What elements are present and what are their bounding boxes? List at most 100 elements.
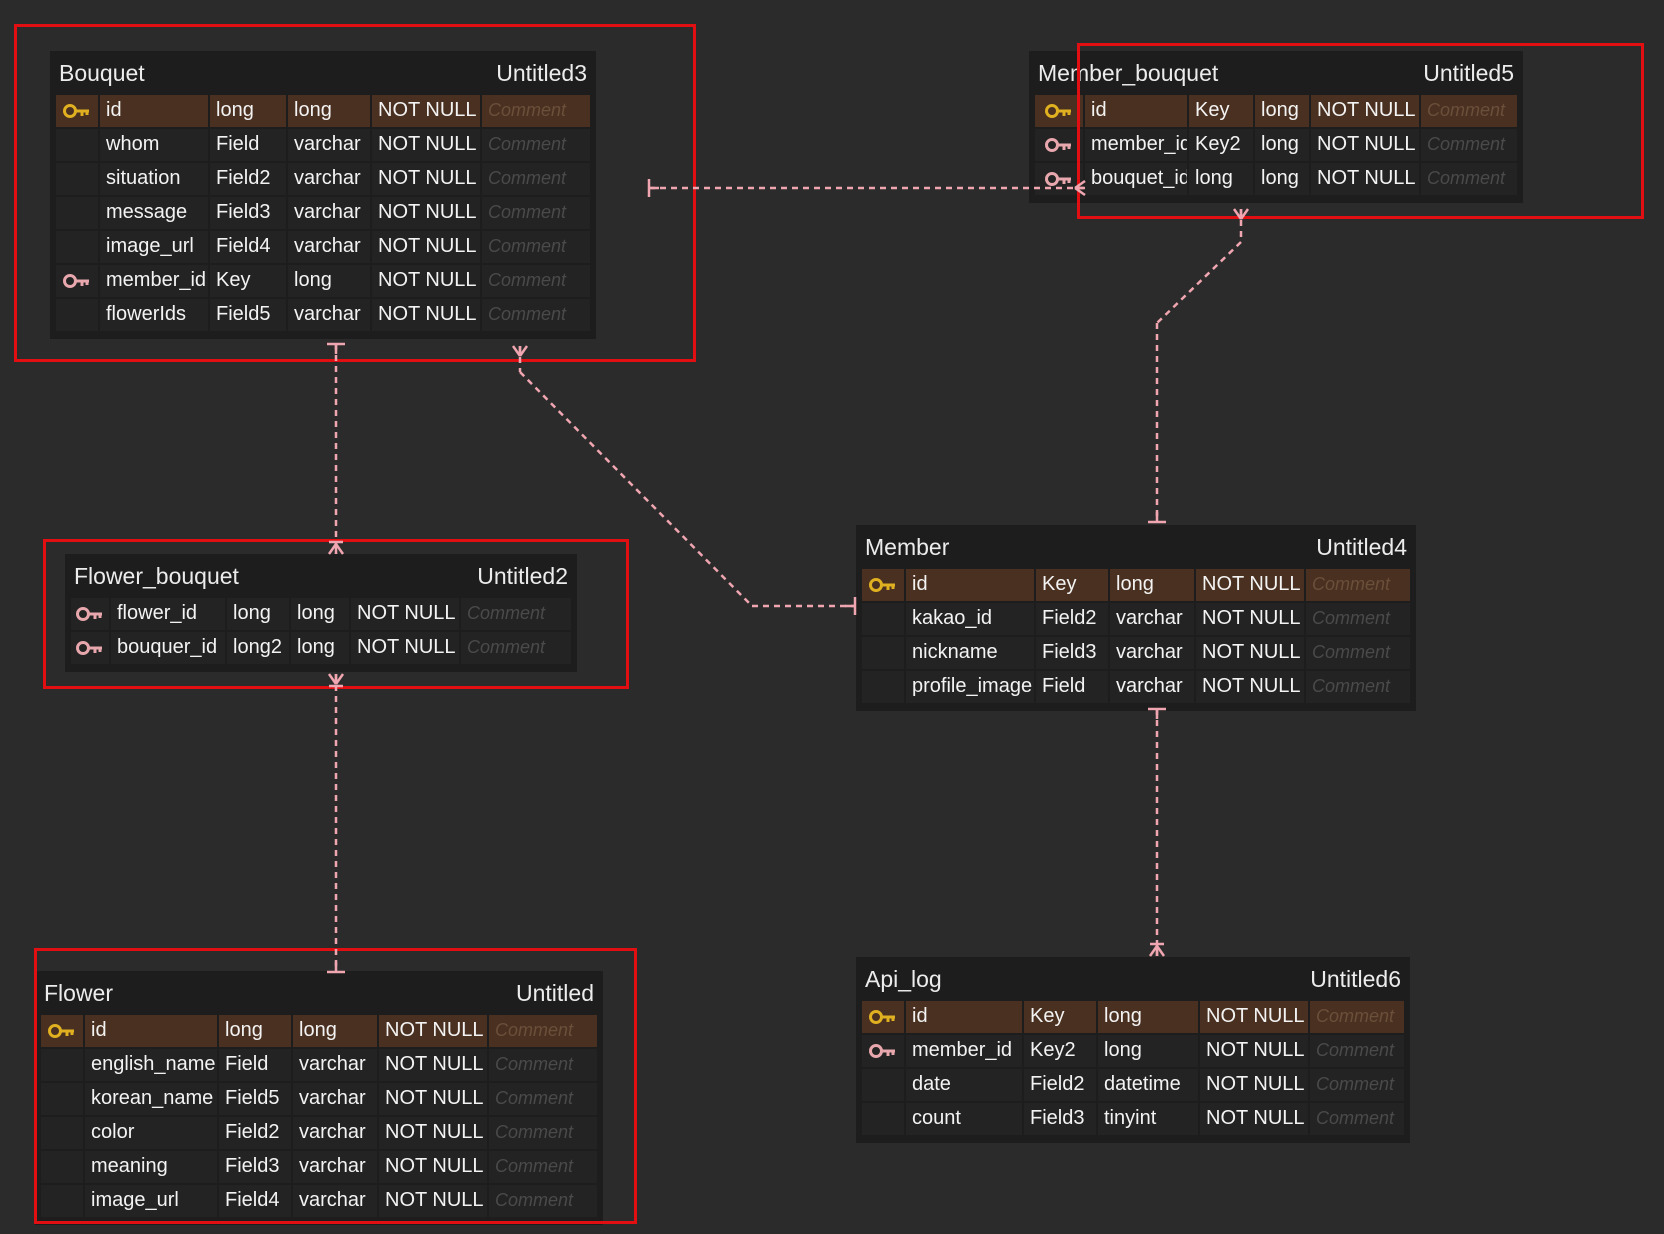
field-datatype: long [291,632,349,664]
field-row[interactable]: kakao_id Field2 varchar NOT NULL Comment [862,603,1410,635]
field-constraint: NOT NULL [1200,1001,1308,1033]
field-comment[interactable]: Comment [482,231,590,263]
field-constraint: NOT NULL [372,265,480,297]
field-comment[interactable]: Comment [489,1151,597,1183]
field-row[interactable]: english_name Field varchar NOT NULL Comment [41,1049,597,1081]
field-comment[interactable]: Comment [482,265,590,297]
relation-member-api_log[interactable] [1148,707,1166,957]
field-name: id [85,1015,217,1047]
table-flower_bouquet[interactable]: Flower_bouquet Untitled2 flower_id long long… [65,554,577,672]
field-type: long2 [227,632,289,664]
table-flower[interactable]: Flower Untitled id long long NOT NULL Comment e… [35,971,603,1225]
field-comment[interactable]: Comment [489,1185,597,1217]
table-header[interactable]: Api_log Untitled6 [862,957,1404,1001]
key-cell [1035,129,1083,161]
field-comment[interactable]: Comment [482,299,590,331]
relation-bouquet-member_bouquet[interactable] [647,179,1086,197]
field-row[interactable]: count Field3 tinyint NOT NULL Comment [862,1103,1404,1135]
relation-member_bouquet-member[interactable] [1148,208,1250,524]
table-header[interactable]: Member Untitled4 [862,525,1410,569]
field-comment[interactable]: Comment [482,129,590,161]
field-row[interactable]: image_url Field4 varchar NOT NULL Comment [41,1185,597,1217]
field-row[interactable]: image_url Field4 varchar NOT NULL Comment [56,231,590,263]
field-row[interactable]: member_id Key2 long NOT NULL Comment [862,1035,1404,1067]
field-row[interactable]: profile_image Field varchar NOT NULL Comment [862,671,1410,703]
field-row[interactable]: color Field2 varchar NOT NULL Comment [41,1117,597,1149]
field-comment[interactable]: Comment [1310,1001,1404,1033]
field-comment[interactable]: Comment [1421,129,1517,161]
primary-key-icon [63,104,89,118]
field-row[interactable]: meaning Field3 varchar NOT NULL Comment [41,1151,597,1183]
erd-canvas[interactable]: Bouquet Untitled3 id long long NOT NULL Commen… [0,0,1664,1234]
field-row[interactable]: id Key long NOT NULL Comment [862,569,1410,601]
key-cell [71,632,109,664]
table-header[interactable]: Bouquet Untitled3 [56,51,590,95]
field-row[interactable]: situation Field2 varchar NOT NULL Comment [56,163,590,195]
table-member[interactable]: Member Untitled4 id Key long NOT NULL Comment k… [856,525,1416,711]
field-row[interactable]: flower_id long long NOT NULL Comment [71,598,571,630]
field-comment[interactable]: Comment [1310,1103,1404,1135]
field-name: member_id [906,1035,1022,1067]
field-comment[interactable]: Comment [1310,1035,1404,1067]
key-cell [56,163,98,195]
field-comment[interactable]: Comment [489,1049,597,1081]
relation-bouquet-flower_bouquet[interactable] [327,342,345,555]
field-comment[interactable]: Comment [1421,163,1517,195]
field-comment[interactable]: Comment [482,95,590,127]
relation-flower_bouquet-flower[interactable] [327,673,345,974]
field-name: member_id [100,265,208,297]
field-row[interactable]: bouquer_id long2 long NOT NULL Comment [71,632,571,664]
table-alias: Untitled [516,979,594,1006]
field-type: Key [1189,95,1253,127]
field-comment[interactable]: Comment [489,1083,597,1115]
field-comment[interactable]: Comment [1310,1069,1404,1101]
field-type: Key [1036,569,1108,601]
field-type: Field3 [1024,1103,1096,1135]
field-row[interactable]: member_id Key2 long NOT NULL Comment [1035,129,1517,161]
field-row[interactable]: id long long NOT NULL Comment [56,95,590,127]
field-constraint: NOT NULL [379,1185,487,1217]
field-row[interactable]: member_id Key long NOT NULL Comment [56,265,590,297]
field-type: Field3 [210,197,286,229]
field-row[interactable]: id Key long NOT NULL Comment [862,1001,1404,1033]
field-constraint: NOT NULL [1200,1035,1308,1067]
field-comment[interactable]: Comment [489,1117,597,1149]
field-row[interactable]: message Field3 varchar NOT NULL Comment [56,197,590,229]
field-row[interactable]: whom Field varchar NOT NULL Comment [56,129,590,161]
field-row[interactable]: bouquet_id long long NOT NULL Comment [1035,163,1517,195]
field-constraint: NOT NULL [1311,129,1419,161]
table-api_log[interactable]: Api_log Untitled6 id Key long NOT NULL Comment… [856,957,1410,1143]
field-comment[interactable]: Comment [1306,569,1410,601]
table-header[interactable]: Member_bouquet Untitled5 [1035,51,1517,95]
field-row[interactable]: korean_name Field5 varchar NOT NULL Comment [41,1083,597,1115]
field-type: Field5 [210,299,286,331]
field-type: Field5 [219,1083,291,1115]
field-comment[interactable]: Comment [489,1015,597,1047]
field-row[interactable]: id Key long NOT NULL Comment [1035,95,1517,127]
field-comment[interactable]: Comment [461,632,571,664]
table-header[interactable]: Flower Untitled [41,971,597,1015]
field-type: long [227,598,289,630]
field-comment[interactable]: Comment [482,163,590,195]
table-bouquet[interactable]: Bouquet Untitled3 id long long NOT NULL Commen… [50,51,596,339]
field-row[interactable]: nickname Field3 varchar NOT NULL Comment [862,637,1410,669]
field-name: id [906,569,1034,601]
field-type: Field [1036,671,1108,703]
field-comment[interactable]: Comment [1306,637,1410,669]
field-datatype: long [1255,95,1309,127]
field-datatype: varchar [288,299,370,331]
field-row[interactable]: id long long NOT NULL Comment [41,1015,597,1047]
field-constraint: NOT NULL [379,1151,487,1183]
table-header[interactable]: Flower_bouquet Untitled2 [71,554,571,598]
field-comment[interactable]: Comment [461,598,571,630]
field-row[interactable]: date Field2 datetime NOT NULL Comment [862,1069,1404,1101]
key-cell [862,637,904,669]
field-constraint: NOT NULL [1196,603,1304,635]
field-comment[interactable]: Comment [1421,95,1517,127]
field-comment[interactable]: Comment [1306,603,1410,635]
field-row[interactable]: flowerIds Field5 varchar NOT NULL Comment [56,299,590,331]
field-constraint: NOT NULL [379,1049,487,1081]
table-member_bouquet[interactable]: Member_bouquet Untitled5 id Key long NOT NULL… [1029,51,1523,203]
field-comment[interactable]: Comment [1306,671,1410,703]
field-comment[interactable]: Comment [482,197,590,229]
